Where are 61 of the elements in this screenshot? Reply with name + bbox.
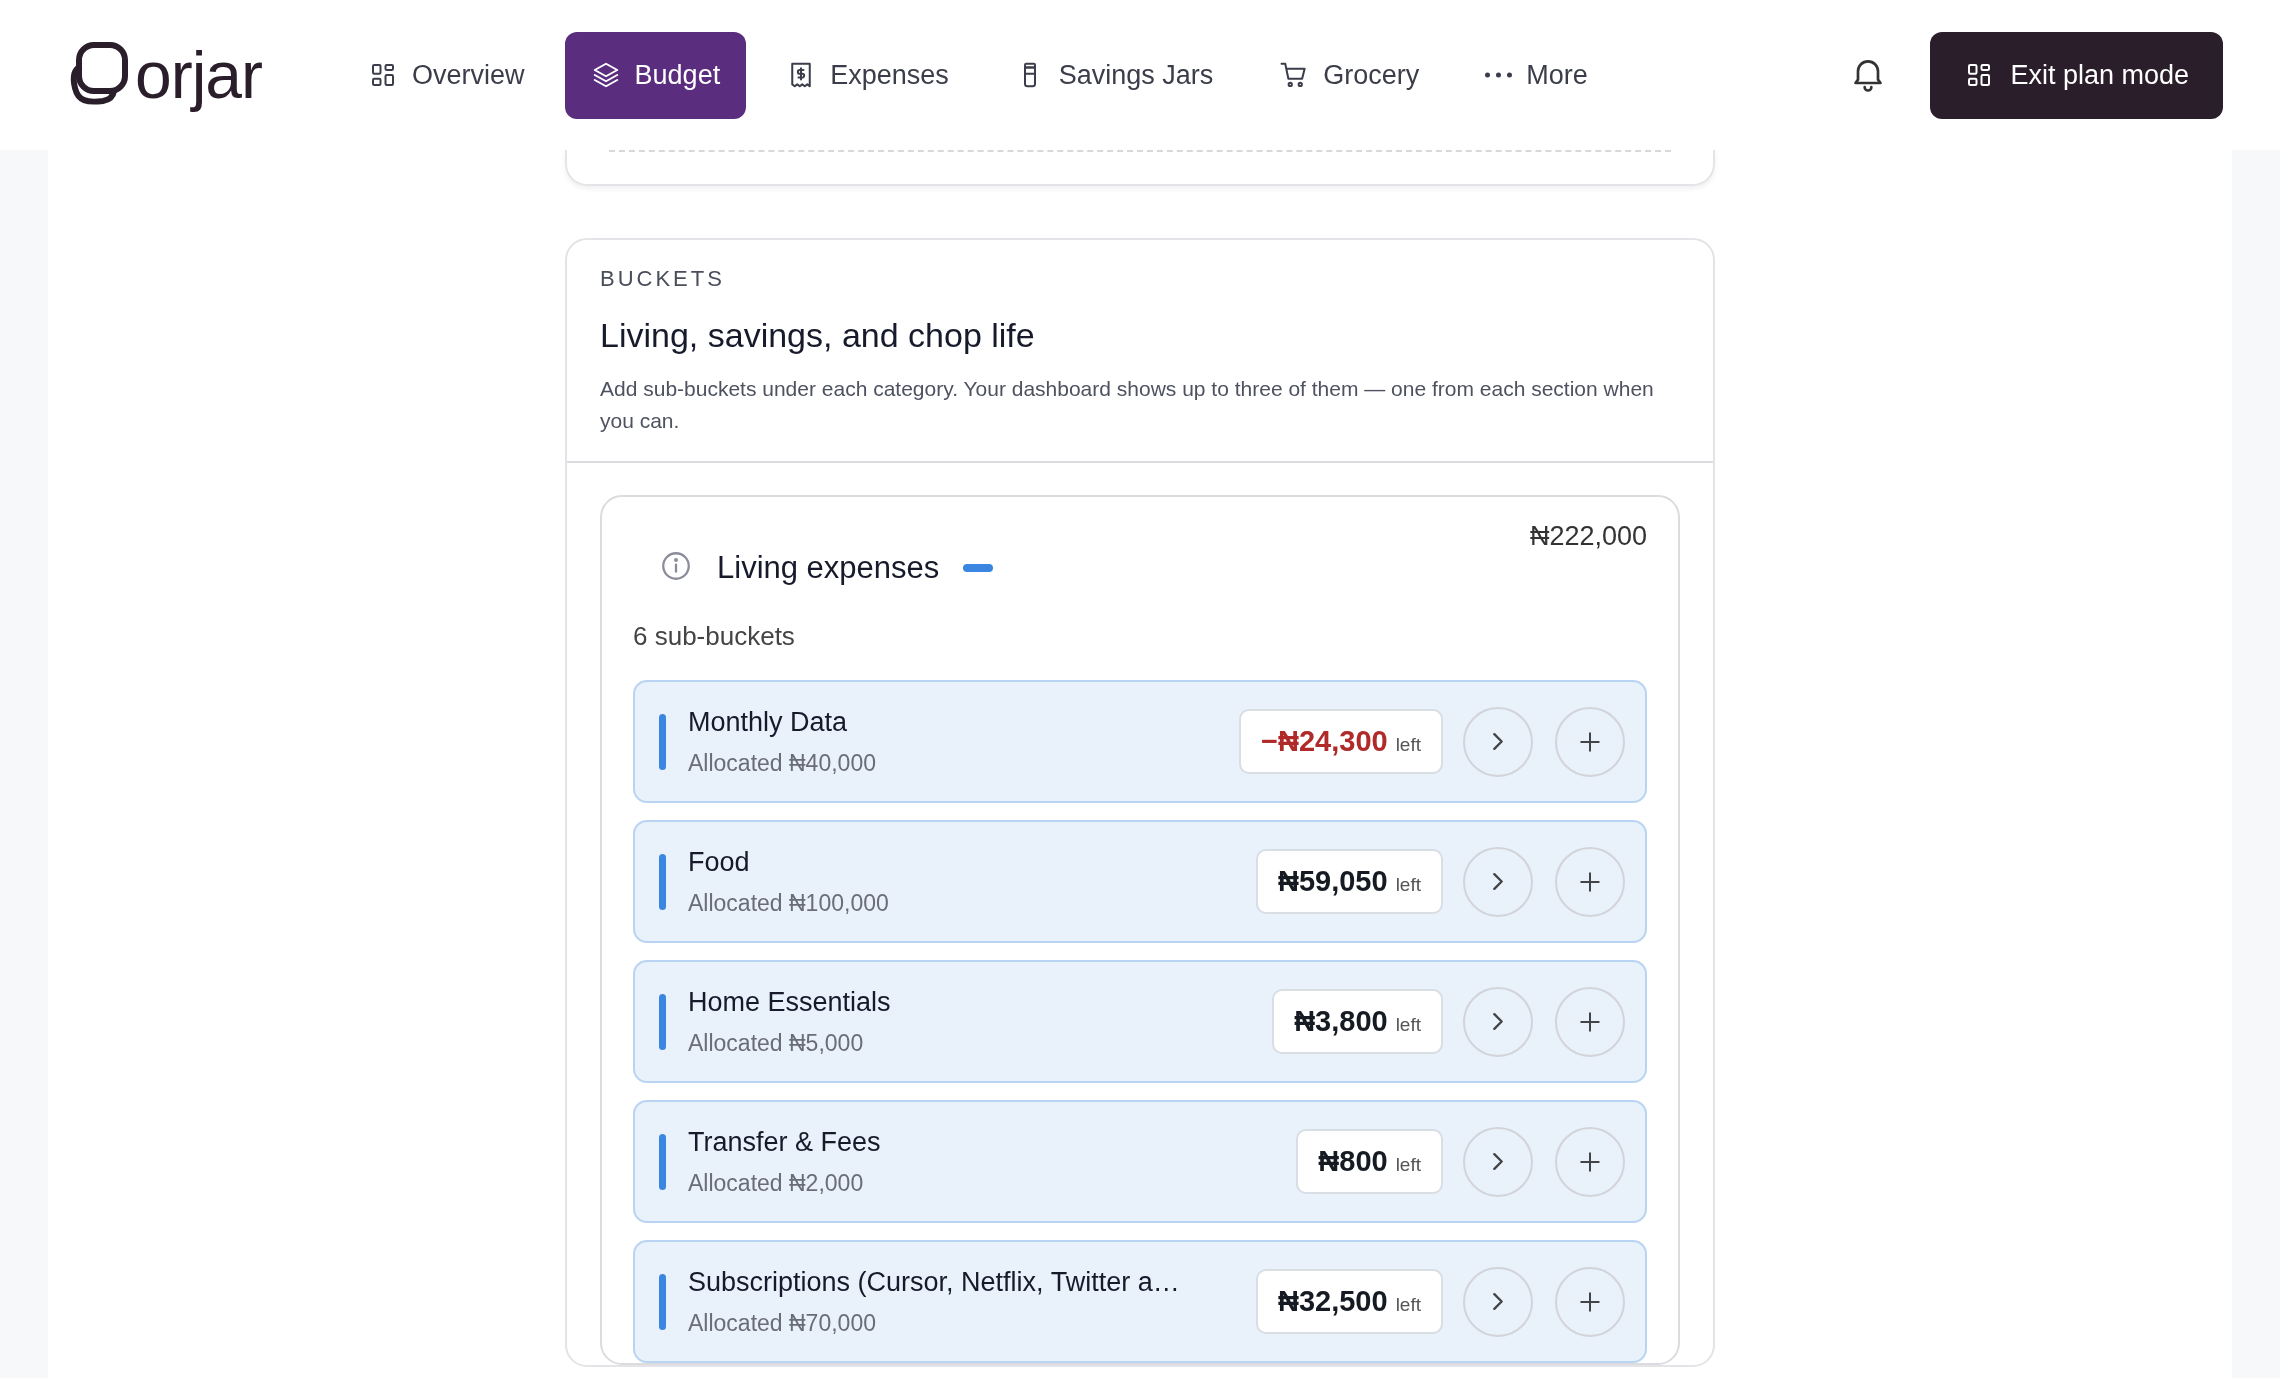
nav-tab[interactable]: Expenses [760, 31, 975, 119]
chevron-right-icon [1493, 1013, 1503, 1030]
accent-bar [659, 1273, 666, 1330]
section-label: BUCKETS [600, 266, 726, 292]
sub-bucket-row[interactable]: Subscriptions (Cursor, Netflix, Twitter a… Allocated ₦70,000 ₦32,500 left [633, 1240, 1647, 1363]
logo-wordmark[interactable]: orjar [135, 37, 263, 113]
sub-bucket-name: Home Essentials [688, 986, 892, 1018]
remaining-amount: ₦800 [1318, 1145, 1388, 1178]
sub-bucket-row[interactable]: Monthly Data Allocated ₦40,000 −₦24,300 left [633, 680, 1647, 803]
nav-tab[interactable]: Grocery [1253, 31, 1446, 119]
more-icon [1485, 72, 1513, 78]
left-label: left [1395, 874, 1421, 896]
info-icon [659, 549, 693, 583]
sub-bucket-name: Subscriptions (Cursor, Netflix, Twitter a… [688, 1266, 1181, 1298]
open-button[interactable] [1463, 1266, 1533, 1337]
remaining-amount: −₦24,300 [1261, 725, 1388, 758]
allocated-amount: Allocated ₦70,000 [688, 1309, 877, 1337]
accent-bar [659, 1133, 666, 1190]
sub-bucket-row[interactable]: Transfer & Fees Allocated ₦2,000 ₦800 left [633, 1100, 1647, 1223]
accent-bar [659, 853, 666, 910]
add-button[interactable] [1555, 1126, 1625, 1197]
sub-bucket-name: Transfer & Fees [688, 1126, 882, 1158]
open-button[interactable] [1463, 1126, 1533, 1197]
allocated-amount: Allocated ₦2,000 [688, 1169, 865, 1197]
sub-bucket-name: Monthly Data [688, 706, 849, 738]
chevron-right-icon [1493, 733, 1503, 750]
chevron-right-icon [1493, 873, 1503, 890]
add-button[interactable] [1555, 706, 1625, 777]
add-button[interactable] [1555, 1266, 1625, 1337]
exit-plan-mode-button[interactable]: Exit plan mode [1930, 31, 2223, 119]
allocated-amount: Allocated ₦40,000 [688, 749, 877, 777]
remaining-amount: ₦59,050 [1278, 865, 1388, 898]
open-button[interactable] [1463, 986, 1533, 1057]
allocated-amount: Allocated ₦5,000 [688, 1029, 865, 1057]
remaining-amount: ₦3,800 [1294, 1005, 1388, 1038]
chevron-right-icon [1493, 1153, 1503, 1170]
open-button[interactable] [1463, 706, 1533, 777]
add-button[interactable] [1555, 986, 1625, 1057]
nav-tab[interactable]: More [1459, 31, 1614, 119]
category-name: Living expenses [717, 550, 940, 586]
nav-tab[interactable]: Budget [564, 31, 747, 119]
remaining-amount: ₦32,500 [1278, 1285, 1388, 1318]
left-label: left [1395, 1014, 1421, 1036]
nav-tab[interactable]: Savings Jars [988, 31, 1240, 119]
section-description: Add sub-buckets under each category. Your dashboard shows up to three of them — one from each section when you can. [600, 376, 1655, 434]
sub-bucket-row[interactable]: Home Essentials Allocated ₦5,000 ₦3,800 left [633, 960, 1647, 1083]
sub-bucket-name: Food [688, 846, 751, 878]
left-label: left [1395, 1154, 1421, 1176]
sub-bucket-count: 6 sub-buckets [633, 621, 796, 652]
allocated-amount: Allocated ₦100,000 [688, 889, 890, 917]
sub-bucket-row[interactable]: Food Allocated ₦100,000 ₦59,050 left [633, 820, 1647, 943]
add-button[interactable] [1555, 846, 1625, 917]
accent-bar [659, 993, 666, 1050]
nav-tab[interactable]: Overview [342, 31, 551, 119]
section-title: Living, savings, and chop life [600, 316, 1036, 355]
left-label: left [1395, 734, 1421, 756]
left-label: left [1395, 1294, 1421, 1316]
open-button[interactable] [1463, 846, 1533, 917]
category-total: ₦222,000 [1529, 521, 1647, 552]
chevron-right-icon [1493, 1293, 1503, 1310]
accent-bar [659, 713, 666, 770]
